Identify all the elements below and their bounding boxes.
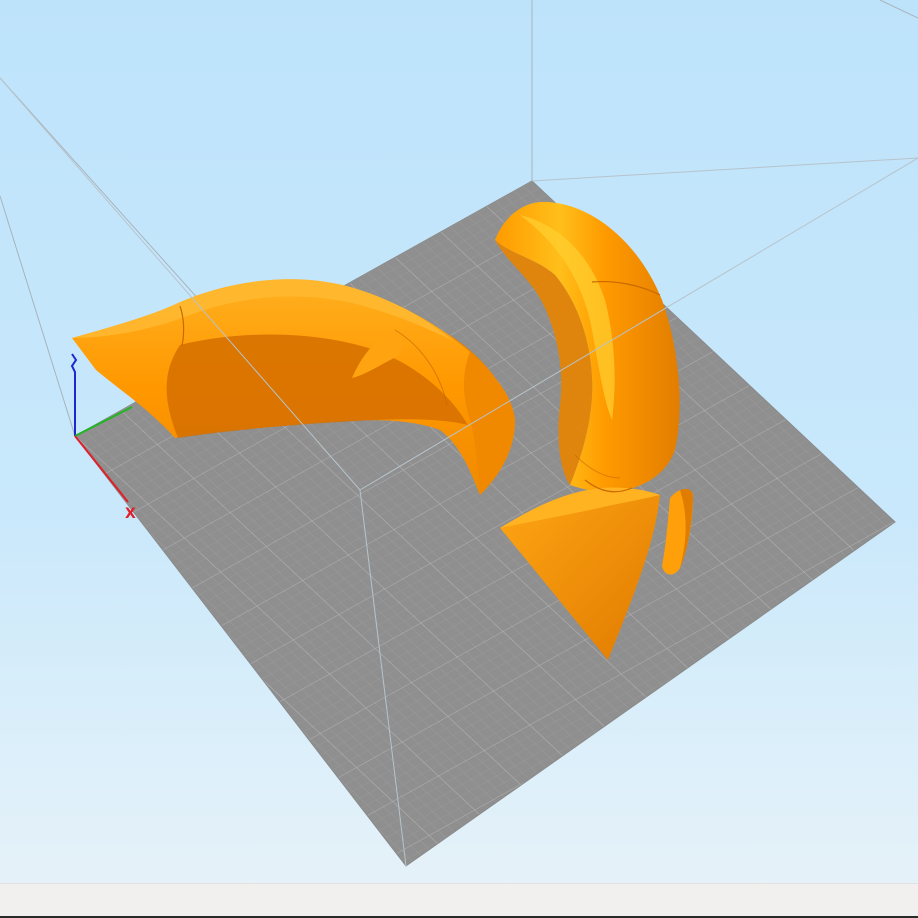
scene-canvas[interactable]: X [0,0,918,918]
x-axis-label: X [125,506,136,522]
3d-viewport[interactable]: X [0,0,918,918]
print-bed [74,180,896,867]
status-bar [0,883,918,918]
z-axis-line [70,353,78,436]
